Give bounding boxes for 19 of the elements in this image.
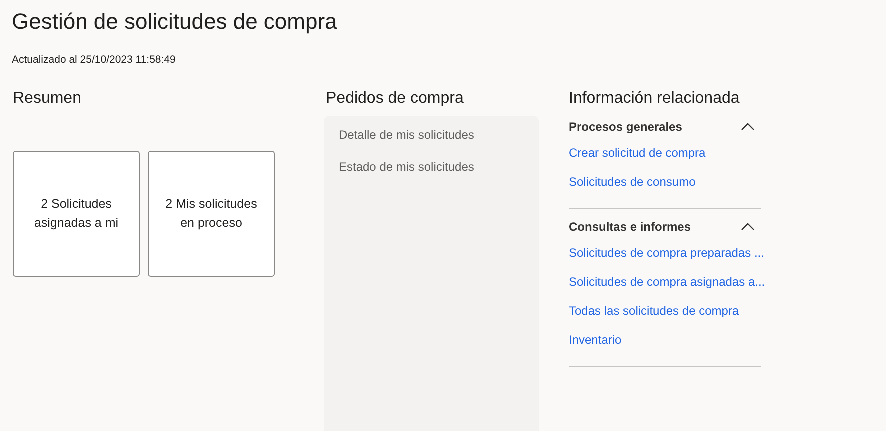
related-link[interactable]: Todas las solicitudes de compra (569, 302, 740, 321)
related-link[interactable]: Crear solicitud de compra (569, 144, 706, 163)
related-link[interactable]: Solicitudes de consumo (569, 173, 696, 192)
section-heading: Pedidos de compra (325, 89, 464, 109)
updated-timestamp: Actualizado al 25/10/2023 11:58:49 (12, 53, 176, 68)
orders-link[interactable]: Estado de mis solicitudes (339, 158, 474, 177)
chevron-up-icon[interactable] (741, 222, 755, 232)
related-link[interactable]: Solicitudes de compra asignadas a... (569, 273, 766, 292)
related-link[interactable]: Inventario (569, 331, 622, 350)
chevron-up-icon[interactable] (741, 122, 755, 132)
group-heading: Consultas e informes (569, 219, 692, 236)
summary-tile[interactable]: 2 Mis solicitudes en proceso (148, 151, 275, 277)
orders-link[interactable]: Detalle de mis solicitudes (339, 126, 474, 145)
summary-tile[interactable]: 2 Solicitudes asignadas a mi (13, 151, 140, 277)
page-title: Gestión de solicitudes de compra (12, 8, 338, 36)
group-heading: Procesos generales (569, 119, 682, 136)
related-link[interactable]: Solicitudes de compra preparadas ... (569, 244, 764, 263)
section-heading: Resumen (13, 89, 82, 109)
section-heading: Información relacionada (569, 89, 740, 109)
